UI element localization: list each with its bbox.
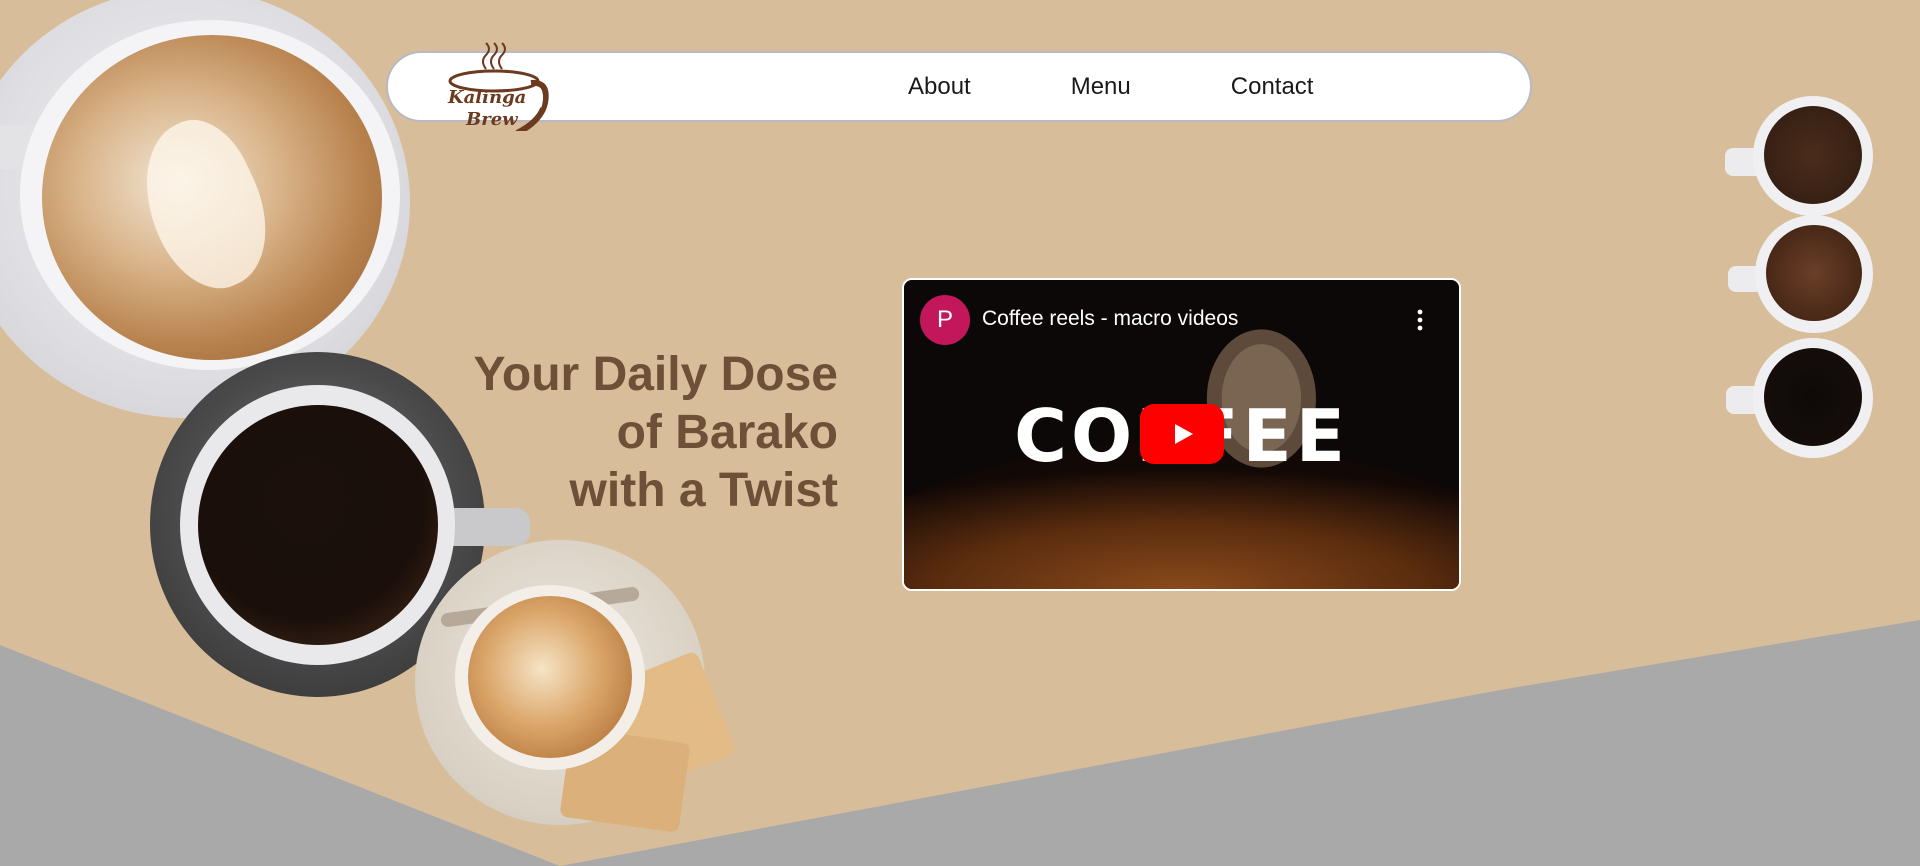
video-title[interactable]: Coffee reels - macro videos [982, 307, 1238, 331]
navbar: Kalinga Brew About Menu Contact [386, 42, 1532, 131]
more-vert-icon[interactable] [1410, 308, 1430, 332]
youtube-video-embed[interactable]: P Coffee reels - macro videos COFFEE [902, 278, 1461, 591]
hero-title-line-1: Your Daily Dose [473, 348, 838, 401]
nav-link-contact[interactable]: Contact [1231, 73, 1314, 101]
hero-title-line-2: of Barako [616, 406, 838, 459]
brand-logo[interactable]: Kalinga Brew [436, 31, 566, 131]
hero-title-line-3: with a Twist [569, 464, 838, 517]
main-nav: About Menu Contact [908, 53, 1413, 120]
logo-text-line1: Kalinga [448, 87, 527, 108]
nav-link-menu[interactable]: Menu [1071, 73, 1131, 101]
youtube-play-icon [1175, 424, 1193, 444]
nav-link-about[interactable]: About [908, 73, 971, 101]
hero-title: Your Daily Dose of Barako with a Twist [418, 346, 838, 520]
youtube-play-button[interactable] [1140, 404, 1224, 464]
channel-avatar[interactable]: P [920, 295, 970, 345]
logo-text-line2: Brew [466, 109, 518, 130]
